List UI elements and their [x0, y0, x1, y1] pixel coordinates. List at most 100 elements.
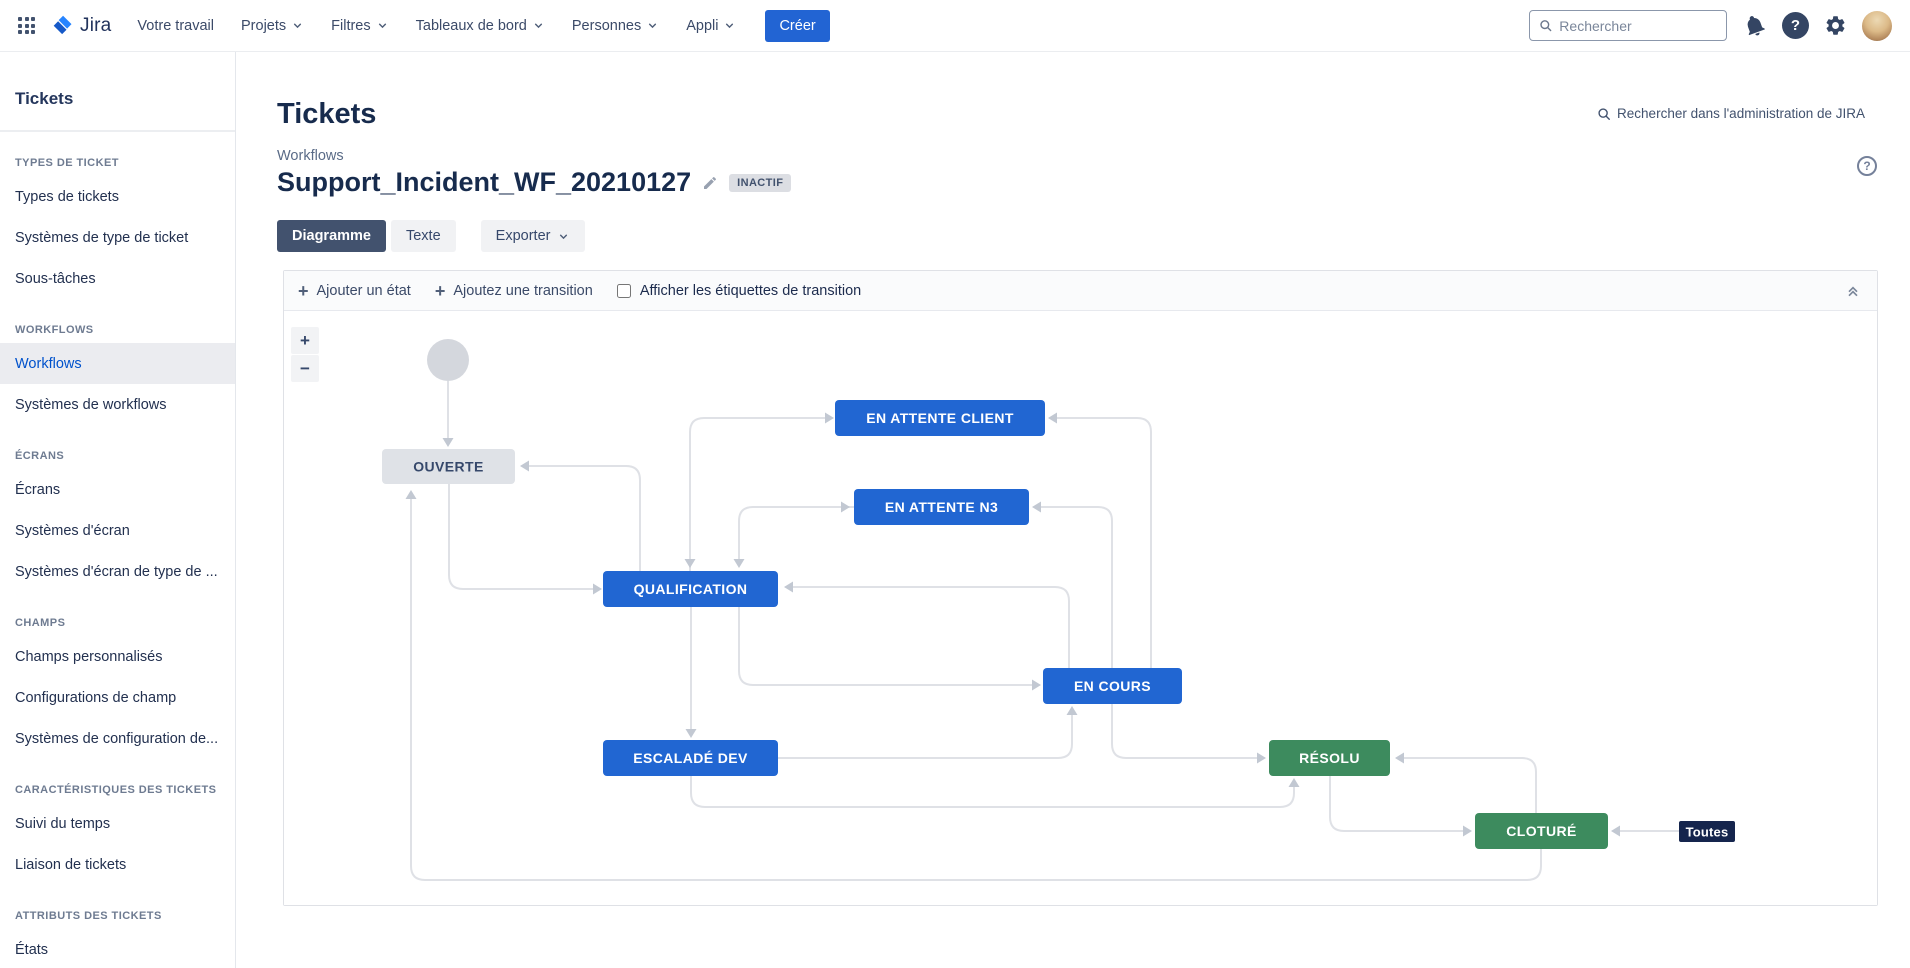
transition-arrow — [841, 502, 850, 513]
sidebar-item-screen-schemes[interactable]: Systèmes d'écran — [0, 510, 235, 551]
tab-diagram[interactable]: Diagramme — [277, 220, 386, 252]
node-en-attente-client[interactable]: EN ATTENTE CLIENT — [835, 400, 1045, 436]
zoom-out-button[interactable]: − — [291, 355, 319, 382]
node-label: CLOTURÉ — [1506, 823, 1576, 839]
node-label: EN COURS — [1074, 678, 1151, 694]
sidebar-item-workflows[interactable]: Workflows — [0, 343, 235, 384]
sidebar-item-field-configurations[interactable]: Configurations de champ — [0, 677, 235, 718]
transition-line[interactable] — [1330, 776, 1466, 831]
add-state-button[interactable]: + Ajouter un état — [298, 283, 411, 299]
zoom-in-button[interactable]: + — [291, 327, 319, 354]
transition-line[interactable] — [449, 484, 595, 589]
app-switcher-icon[interactable] — [18, 17, 35, 34]
transition-arrow — [825, 413, 834, 424]
admin-search-label: Rechercher dans l'administration de JIRA — [1617, 106, 1865, 121]
sidebar-item-field-configuration-schemes[interactable]: Systèmes de configuration de... — [0, 718, 235, 759]
main-content: Rechercher dans l'administration de JIRA… — [236, 52, 1910, 968]
sidebar-item-workflow-schemes[interactable]: Systèmes de workflows — [0, 384, 235, 425]
page-help-icon[interactable]: ? — [1857, 156, 1877, 176]
node-label: EN ATTENTE CLIENT — [866, 410, 1014, 426]
nav-item-projects[interactable]: Projets — [241, 18, 304, 34]
view-tabs: Diagramme Texte Exporter — [277, 220, 1910, 252]
transition-line[interactable] — [690, 418, 828, 571]
node-label: RÉSOLU — [1299, 750, 1360, 766]
chevron-down-icon — [532, 19, 545, 32]
transition-line[interactable] — [1112, 704, 1260, 758]
node-label: ESCALADÉ DEV — [633, 750, 748, 766]
transition-arrow — [734, 559, 745, 568]
create-button[interactable]: Créer — [765, 10, 829, 42]
top-navbar: Jira Votre travail Projets Filtres Tableaux… — [0, 0, 1910, 52]
nav-item-filters[interactable]: Filtres — [331, 18, 388, 34]
settings-icon[interactable] — [1824, 14, 1847, 37]
nav-item-apps[interactable]: Appli — [686, 18, 736, 34]
nav-item-label: Projets — [241, 18, 286, 34]
transition-line[interactable] — [1401, 758, 1536, 813]
transition-line[interactable] — [411, 498, 1541, 880]
nav-item-people[interactable]: Personnes — [572, 18, 659, 34]
node-escalade-dev[interactable]: ESCALADÉ DEV — [603, 740, 778, 776]
show-transition-labels-text: Afficher les étiquettes de transition — [640, 283, 861, 299]
zoom-controls: + − — [291, 327, 319, 382]
admin-search-link[interactable]: Rechercher dans l'administration de JIRA — [1597, 106, 1865, 121]
node-en-cours[interactable]: EN COURS — [1043, 668, 1182, 704]
add-state-label: Ajouter un état — [317, 283, 411, 299]
tab-label: Diagramme — [292, 228, 371, 244]
transition-arrow — [406, 490, 417, 499]
help-icon[interactable]: ? — [1782, 12, 1809, 39]
nav-item-label: Appli — [686, 18, 718, 34]
transition-line[interactable] — [790, 587, 1069, 668]
nav-item-label: Tableaux de bord — [416, 18, 527, 34]
edit-pencil-icon[interactable] — [702, 175, 718, 191]
sidebar-item-custom-fields[interactable]: Champs personnalisés — [0, 636, 235, 677]
node-resolu[interactable]: RÉSOLU — [1269, 740, 1390, 776]
transition-line[interactable] — [739, 507, 854, 563]
chevron-down-icon — [646, 19, 659, 32]
show-transition-labels-checkbox[interactable] — [617, 284, 631, 298]
transition-line[interactable] — [778, 713, 1072, 758]
search-input[interactable] — [1559, 18, 1717, 34]
sidebar-item-statuses[interactable]: États — [0, 929, 235, 968]
node-en-attente-n3[interactable]: EN ATTENTE N3 — [854, 489, 1029, 525]
show-transition-labels-toggle[interactable]: Afficher les étiquettes de transition — [617, 283, 861, 299]
nav-item-dashboards[interactable]: Tableaux de bord — [416, 18, 545, 34]
sidebar-item-sub-tasks[interactable]: Sous-tâches — [0, 258, 235, 299]
node-cloture[interactable]: CLOTURÉ — [1475, 813, 1608, 849]
collapse-toolbar-icon[interactable] — [1845, 283, 1861, 299]
transition-line[interactable] — [691, 776, 1294, 807]
transition-line[interactable] — [526, 466, 640, 571]
sidebar-item-time-tracking[interactable]: Suivi du temps — [0, 803, 235, 844]
node-label: EN ATTENTE N3 — [885, 499, 998, 515]
workflow-canvas[interactable]: + − OUVERTE EN ATTENTE CLIENT EN ATTENTE N… — [284, 311, 1877, 905]
workflow-name: Support_Incident_WF_20210127 — [277, 167, 691, 198]
sidebar-item-issue-linking[interactable]: Liaison de tickets — [0, 844, 235, 885]
add-transition-label: Ajoutez une transition — [453, 283, 592, 299]
sidebar-item-issue-type-screen-schemes[interactable]: Systèmes d'écran de type de ... — [0, 551, 235, 592]
add-transition-button[interactable]: + Ajoutez une transition — [435, 283, 593, 299]
transition-arrow — [1032, 502, 1041, 513]
global-search[interactable] — [1529, 10, 1727, 41]
transition-line[interactable] — [739, 607, 1035, 685]
notifications-icon[interactable] — [1742, 13, 1767, 38]
nav-item-your-work[interactable]: Votre travail — [137, 18, 214, 34]
node-toutes[interactable]: Toutes — [1679, 821, 1735, 842]
transition-arrow — [1395, 753, 1404, 764]
tab-text[interactable]: Texte — [391, 220, 456, 252]
sidebar-section-header: ÉCRANS — [0, 425, 235, 469]
sidebar-item-screens[interactable]: Écrans — [0, 469, 235, 510]
breadcrumb[interactable]: Workflows — [277, 148, 344, 164]
sidebar-item-issue-types[interactable]: Types de tickets — [0, 176, 235, 217]
node-start[interactable] — [427, 339, 469, 381]
user-avatar[interactable] — [1862, 11, 1892, 41]
node-qualification[interactable]: QUALIFICATION — [603, 571, 778, 607]
jira-logo[interactable]: Jira — [51, 14, 111, 37]
transition-arrow — [593, 584, 602, 595]
chevron-down-icon — [557, 230, 570, 243]
node-ouverte[interactable]: OUVERTE — [382, 449, 515, 484]
transition-arrow — [1032, 680, 1041, 691]
jira-wordmark: Jira — [80, 15, 111, 37]
status-badge: INACTIF — [729, 174, 791, 192]
sidebar-item-issue-type-schemes[interactable]: Systèmes de type de ticket — [0, 217, 235, 258]
tab-export[interactable]: Exporter — [481, 220, 586, 252]
transition-arrow — [520, 461, 529, 472]
